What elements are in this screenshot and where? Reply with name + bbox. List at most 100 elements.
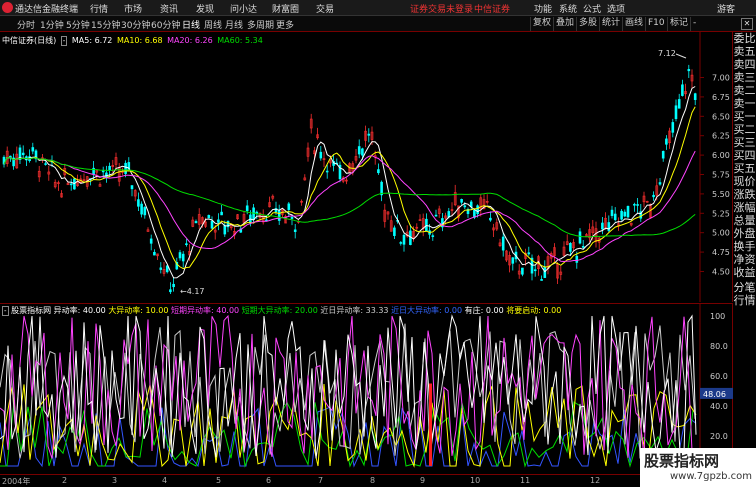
quote-field-18[interactable]: 收益 <box>733 266 756 279</box>
user-label[interactable]: 游客 <box>717 2 735 15</box>
candle-body <box>460 199 463 203</box>
quote-field-12[interactable]: 涨跌 <box>733 188 756 201</box>
indicator-legend: - 股票指标网 异动率: 40.00 大异动率: 10.00 短期异动率: 40… <box>2 305 561 316</box>
period-30min[interactable]: 30分钟 <box>121 18 150 31</box>
candle-body <box>658 182 662 185</box>
menu-discover[interactable]: 发现 <box>196 2 214 15</box>
stats-button[interactable]: 统计 <box>599 17 622 31</box>
candle-body <box>489 217 492 221</box>
quote-field-15[interactable]: 外盘 <box>733 227 756 240</box>
menu-market[interactable]: 市场 <box>124 2 142 15</box>
quote-field-16[interactable]: 换手 <box>733 240 756 253</box>
candle-body <box>511 257 515 264</box>
candle-body <box>293 229 297 232</box>
quote-field-10[interactable]: 买五 <box>733 162 756 175</box>
indicator-svg[interactable]: 100 80.0 60.0 40.0 20.0 48.06 <box>0 304 733 475</box>
quote-field-2[interactable]: 卖四 <box>733 58 756 71</box>
menu-formula[interactable]: 公式 <box>583 2 601 15</box>
candle-body <box>137 199 140 207</box>
menu-function[interactable]: 功能 <box>534 2 552 15</box>
candle-body <box>671 122 675 133</box>
period-multi[interactable]: 多周期 <box>247 18 274 31</box>
f10-button[interactable]: F10 <box>645 17 667 31</box>
period-weekly[interactable]: 周线 <box>204 18 222 31</box>
quote-field-3[interactable]: 卖三 <box>733 71 756 84</box>
quote-field-1[interactable]: 卖五 <box>733 45 756 58</box>
adjust-button[interactable]: 复权 <box>530 17 553 31</box>
period-monthly[interactable]: 月线 <box>225 18 243 31</box>
candle-body <box>159 267 163 270</box>
candle-body <box>149 238 153 244</box>
ma-legend: 中信证券(日线) - MA5: 6.72 MA10: 6.68 MA20: 6.… <box>2 35 265 46</box>
candle-body <box>181 253 185 262</box>
period-15min[interactable]: 15分钟 <box>91 18 120 31</box>
menu-trade[interactable]: 交易 <box>316 2 334 15</box>
candle-body <box>569 243 572 252</box>
quote-field-8[interactable]: 买三 <box>733 136 756 149</box>
quote-field-14[interactable]: 总量 <box>733 214 756 227</box>
candle-body <box>357 146 361 155</box>
indicator-chart[interactable]: 100 80.0 60.0 40.0 20.0 48.06 <box>0 303 733 475</box>
candle-body <box>677 99 681 109</box>
candle-body <box>325 170 329 173</box>
collapse-indicator-icon[interactable]: - <box>2 306 9 316</box>
side-tab-0[interactable]: 分笔 <box>733 281 756 294</box>
price-tick: 6.00 <box>712 151 730 160</box>
menu-wealth[interactable]: 财富圈 <box>272 2 299 15</box>
quote-field-4[interactable]: 卖二 <box>733 84 756 97</box>
period-60min[interactable]: 60分钟 <box>151 18 180 31</box>
close-icon[interactable]: ✕ <box>741 18 753 30</box>
menu-system[interactable]: 系统 <box>559 2 577 15</box>
draw-button[interactable]: 画线 <box>622 17 645 31</box>
kline-svg[interactable]: 7.00 6.75 6.50 6.25 6.00 5.75 5.50 5.25 5.00 4.75… <box>0 32 733 302</box>
period-tick[interactable]: 分时 <box>17 18 35 31</box>
period-5min[interactable]: 5分钟 <box>66 18 90 31</box>
candle-body <box>476 205 479 215</box>
quote-side-panel: 委比 卖五 卖四 卖三 卖二 卖一 买一 买二 买三 买四 买五 现价 涨跌 涨幅 总量 外盘 换手 净资 收益 分… <box>733 32 756 474</box>
candle-body <box>393 227 396 236</box>
indicator-name[interactable]: 股票指标网 <box>11 306 51 315</box>
multi-stock-button[interactable]: 多股 <box>576 17 599 31</box>
quote-field-9[interactable]: 买四 <box>733 149 756 162</box>
candle-body <box>425 218 428 232</box>
candle-body <box>245 205 249 211</box>
ma60-label: MA60: 5.34 <box>217 36 263 45</box>
mark-button[interactable]: 标记 <box>667 17 690 31</box>
quote-field-11[interactable]: 现价 <box>733 175 756 188</box>
candle-body <box>661 151 665 159</box>
menu-news[interactable]: 资讯 <box>160 2 178 15</box>
broker-name[interactable]: 中信证券 <box>474 2 510 15</box>
legend-short-da-yidong: 短期大异动率: 20.00 <box>241 306 318 315</box>
menu-quotes[interactable]: 行情 <box>90 2 108 15</box>
candlestick-chart[interactable]: 7.00 6.75 6.50 6.25 6.00 5.75 5.50 5.25 5.00 4.75… <box>0 32 733 302</box>
period-1min[interactable]: 1分钟 <box>40 18 64 31</box>
quote-field-17[interactable]: 净资 <box>733 253 756 266</box>
legend-youzhuang: 有庄: 0.00 <box>464 306 504 315</box>
period-more[interactable]: 更多 <box>276 18 294 31</box>
signal-spike-bar <box>429 383 432 466</box>
side-tab-1[interactable]: 行情 <box>733 294 756 307</box>
login-warning[interactable]: 证券交易未登录 <box>410 2 473 15</box>
menu-options[interactable]: 选项 <box>607 2 625 15</box>
candle-body <box>44 163 47 165</box>
candle-body <box>463 205 467 208</box>
quote-field-6[interactable]: 买一 <box>733 110 756 123</box>
quote-field-13[interactable]: 涨幅 <box>733 201 756 214</box>
ma5-label: MA5: 6.72 <box>71 36 113 45</box>
candle-body <box>575 255 579 263</box>
collapse-icon[interactable]: - <box>60 36 68 46</box>
overlay-button[interactable]: 叠加 <box>553 17 576 31</box>
period-daily[interactable]: 日线 <box>182 18 200 31</box>
indicator-tick: 40.0 <box>710 402 728 411</box>
menu-ask[interactable]: 问小达 <box>230 2 257 15</box>
quote-tabs-top: 委比 卖五 卖四 卖三 卖二 卖一 买一 买二 买三 买四 买五 现价 涨跌 涨幅 总量 外盘 换手 净资 收益 <box>733 32 756 279</box>
minimize-button[interactable]: - <box>690 17 698 31</box>
candle-body <box>367 133 371 136</box>
quote-field-5[interactable]: 卖一 <box>733 97 756 110</box>
stock-label[interactable]: 中信证券(日线) <box>2 36 56 45</box>
legend-short-yidong: 短期异动率: 40.00 <box>171 306 240 315</box>
quote-field-0[interactable]: 委比 <box>733 32 756 45</box>
indicator-tick: 60.0 <box>710 372 728 381</box>
quote-field-7[interactable]: 买二 <box>733 123 756 136</box>
app-title: 通达信金融终端 <box>15 5 79 15</box>
